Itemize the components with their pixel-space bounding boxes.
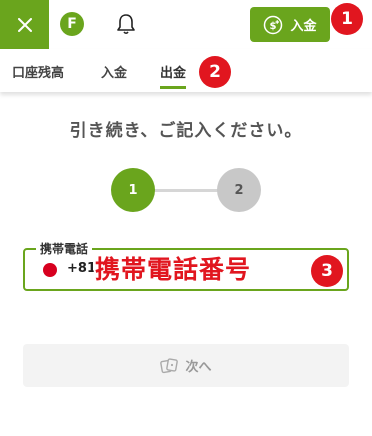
- phone-field-label: 携帯電話: [36, 240, 93, 257]
- tab-bar: 口座残高 入金 出金: [0, 49, 372, 92]
- dice-icon: [160, 357, 179, 373]
- japan-flag-icon[interactable]: [43, 263, 57, 277]
- close-button[interactable]: [0, 0, 49, 49]
- step-indicator: 1 2: [111, 168, 262, 212]
- deposit-button[interactable]: $ 入金: [250, 7, 330, 42]
- bell-icon[interactable]: [116, 13, 136, 35]
- svg-text:$: $: [270, 21, 277, 32]
- close-icon: [17, 17, 32, 32]
- annotation-marker-2: 2: [199, 56, 231, 88]
- next-button-label: 次へ: [185, 360, 212, 375]
- phone-number-overlay-label: 携帯電話番号: [95, 255, 252, 284]
- next-button[interactable]: 次へ: [23, 344, 349, 387]
- tab-withdraw[interactable]: 出金: [160, 62, 187, 89]
- dollar-plus-icon: $: [264, 15, 283, 34]
- annotation-marker-1: 1: [331, 3, 363, 35]
- tab-balance[interactable]: 口座残高: [12, 62, 64, 81]
- step-1: 1: [111, 168, 155, 212]
- dial-code[interactable]: +81: [67, 261, 96, 276]
- tab-deposit[interactable]: 入金: [101, 62, 127, 81]
- annotation-marker-3: 3: [311, 255, 343, 287]
- brand-logo[interactable]: F: [60, 12, 84, 36]
- page-title: 引き続き、ご記入ください。: [69, 121, 303, 141]
- top-bar: F $ 入金: [0, 0, 372, 49]
- step-2: 2: [217, 168, 261, 212]
- deposit-button-label: 入金: [290, 19, 317, 34]
